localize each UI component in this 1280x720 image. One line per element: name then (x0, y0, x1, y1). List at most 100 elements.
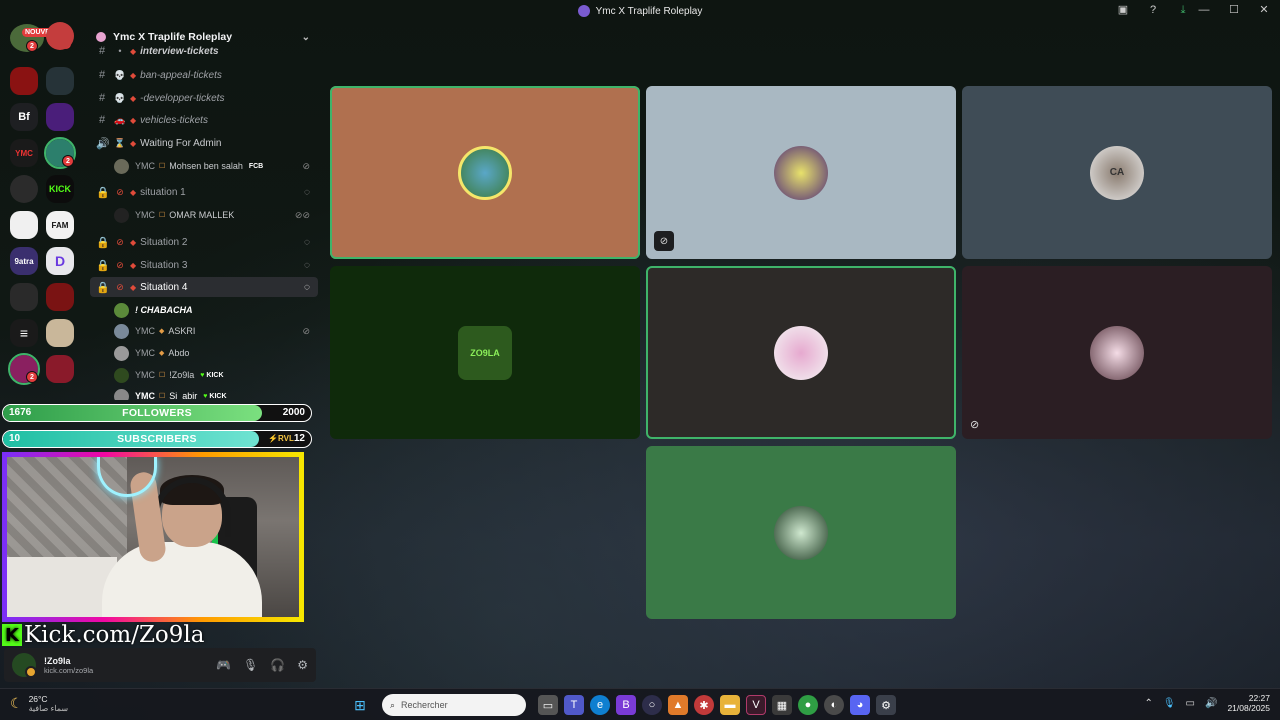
time: 22:27 (1248, 693, 1270, 703)
temperature: 26°C (28, 694, 48, 704)
teams-icon[interactable]: T (564, 695, 584, 715)
server-icon[interactable] (46, 283, 74, 311)
voice-channel[interactable]: 🔒 ⊘ ◆ Situation 3 ◌ (90, 255, 318, 275)
server-icon[interactable] (46, 103, 74, 131)
channel-name: -developper-tickets (140, 92, 225, 104)
video-tile[interactable]: CA (962, 86, 1272, 259)
voice-channel-active[interactable]: 🔒 ⊘ ◆ Situation 4 ◌ (90, 277, 318, 297)
volume-icon[interactable]: 🔊 (1205, 698, 1217, 709)
microphone-icon[interactable]: 🎙 (1163, 698, 1176, 709)
chevron-down-icon[interactable]: ⌄ (302, 32, 310, 43)
weather-widget[interactable]: ☾ 26°C سماء صافية (10, 694, 68, 713)
server-icon[interactable] (46, 67, 74, 95)
channel-name: Situation 3 (140, 259, 188, 271)
settings-gear-icon[interactable]: ⚙ (297, 658, 308, 672)
followers-goal: 2000 (282, 407, 305, 418)
voice-channel[interactable]: 🔒 ⊘ ◆ Situation 2 ◌ (90, 232, 318, 252)
server-icon[interactable] (46, 319, 74, 347)
minimize-button[interactable]: — (1196, 4, 1212, 16)
microphone-icon[interactable]: 🎙 (243, 658, 258, 672)
user-name: Si_abir (169, 391, 198, 400)
skull-icon: 💀 (114, 92, 126, 103)
server-name: Ymc X Traplife Roleplay (113, 31, 233, 43)
user-badge: FCB (248, 162, 264, 170)
headphones-icon[interactable]: 🎧 (270, 658, 285, 672)
file-explorer-icon[interactable]: ▬ (720, 695, 740, 715)
text-channel[interactable]: # 💀 ◆ ban-appeal-tickets (90, 65, 318, 85)
user-name: ASKRI (168, 326, 196, 336)
text-channel[interactable]: # 💀 ◆ -developper-tickets (90, 88, 318, 108)
app-icon[interactable]: V (746, 695, 766, 715)
channel-name: Situation 4 (140, 281, 188, 293)
edge-icon[interactable]: e (590, 695, 610, 715)
help-icon[interactable]: ? (1146, 3, 1160, 17)
bing-app-icon[interactable]: B (616, 695, 636, 715)
video-tile[interactable]: ⊘ (646, 86, 956, 259)
video-tile[interactable]: ZO9LA (330, 266, 640, 439)
video-tile[interactable] (646, 266, 956, 439)
separator-icon: ☐ (159, 163, 166, 170)
close-button[interactable]: ✕ (1256, 3, 1272, 16)
server-icon[interactable] (10, 211, 38, 239)
app-icon[interactable]: ○ (642, 695, 662, 715)
unread-badge: 2 (62, 155, 74, 167)
search-box[interactable]: ⌕ Rechercher (382, 694, 526, 716)
server-icon[interactable] (10, 67, 38, 95)
task-view-icon[interactable]: ▭ (538, 695, 558, 715)
server-icon-9atra[interactable]: 9atra (10, 247, 38, 275)
voice-user[interactable]: YMC ☐ !Zo9la ♥ KICK (114, 365, 316, 385)
clock[interactable]: 22:27 21/08/2025 (1227, 693, 1270, 713)
server-icon-kick[interactable]: KICK (46, 175, 74, 203)
voice-channel-waiting[interactable]: 🔊 ⌛ ◆ Waiting For Admin (90, 133, 318, 153)
settings-icon[interactable]: ⚙ (876, 695, 896, 715)
video-tile[interactable]: ⊘ (962, 266, 1272, 439)
maximize-button[interactable]: ☐ (1226, 3, 1242, 16)
server-icon-fam[interactable]: FAM (46, 211, 74, 239)
voice-user[interactable]: YMC ☐ Si_abir ♥ KICK (114, 386, 316, 400)
text-channel[interactable]: # • ◆ interview-tickets (90, 44, 318, 58)
server-icon[interactable] (46, 355, 74, 383)
no-entry-icon: ⊘ (116, 259, 124, 270)
server-icon[interactable] (46, 22, 74, 50)
server-icon[interactable] (10, 175, 38, 203)
server-icon-ymc[interactable]: YMC (10, 139, 38, 167)
voice-user[interactable]: YMC ◆ ASKRI ⊘ (114, 321, 316, 341)
gamepad-icon[interactable]: 🎮 (216, 658, 231, 672)
store-icon[interactable]: ▦ (772, 695, 792, 715)
unread-badge: 2 (26, 40, 38, 52)
voice-user[interactable]: YMC ☐ OMAR MALLEK ⊘⊘ (114, 205, 316, 225)
voice-user[interactable]: YMC ◆ Abdo (114, 343, 316, 363)
hidden-eye-icon[interactable]: ◌ (304, 187, 310, 198)
network-icon[interactable]: ▭ (1186, 698, 1195, 709)
channel-name: situation 1 (140, 186, 186, 198)
user-info[interactable]: !Zo9la kick.com/zo9la (44, 656, 93, 675)
server-icon[interactable]: ≡ (10, 319, 38, 347)
server-icon[interactable] (10, 283, 38, 311)
kick-url: Kick.com/Zo9la (24, 622, 205, 648)
video-tile[interactable] (330, 86, 640, 259)
app-icon[interactable]: ◐ (824, 695, 844, 715)
app-icon[interactable]: ▲ (668, 695, 688, 715)
voice-user[interactable]: ! CHABACHA (114, 300, 316, 320)
discord-icon[interactable]: ◕ (850, 695, 870, 715)
hidden-eye-icon[interactable]: ◌ (304, 237, 310, 248)
user-name: ! CHABACHA (135, 305, 193, 315)
download-icon[interactable]: ⤓ (1176, 3, 1190, 17)
avatar[interactable] (12, 653, 37, 678)
hash-icon: # (98, 114, 106, 126)
screen-share-icon[interactable]: ▣ (1116, 3, 1130, 17)
voice-channel[interactable]: 🔒 ⊘ ◆ situation 1 ◌ (90, 182, 318, 202)
hidden-eye-icon[interactable]: ◌ (304, 282, 310, 293)
voice-user[interactable]: YMC ☐ Mohsen ben salah FCB ⊘ (114, 156, 316, 176)
chrome-icon[interactable]: ● (798, 695, 818, 715)
server-icon[interactable]: D (46, 247, 74, 275)
video-tile[interactable] (646, 446, 956, 619)
user-status: kick.com/zo9la (44, 665, 94, 675)
windows-start-icon[interactable]: ⊞ (350, 695, 370, 715)
avatar (114, 302, 129, 318)
hidden-eye-icon[interactable]: ◌ (304, 260, 310, 271)
text-channel[interactable]: # 🚗 ◆ vehicles-tickets (90, 110, 318, 130)
app-icon[interactable]: ✱ (694, 695, 714, 715)
chevron-up-icon[interactable]: ⌃ (1144, 698, 1152, 709)
server-icon-bf[interactable]: Bf (10, 103, 38, 131)
